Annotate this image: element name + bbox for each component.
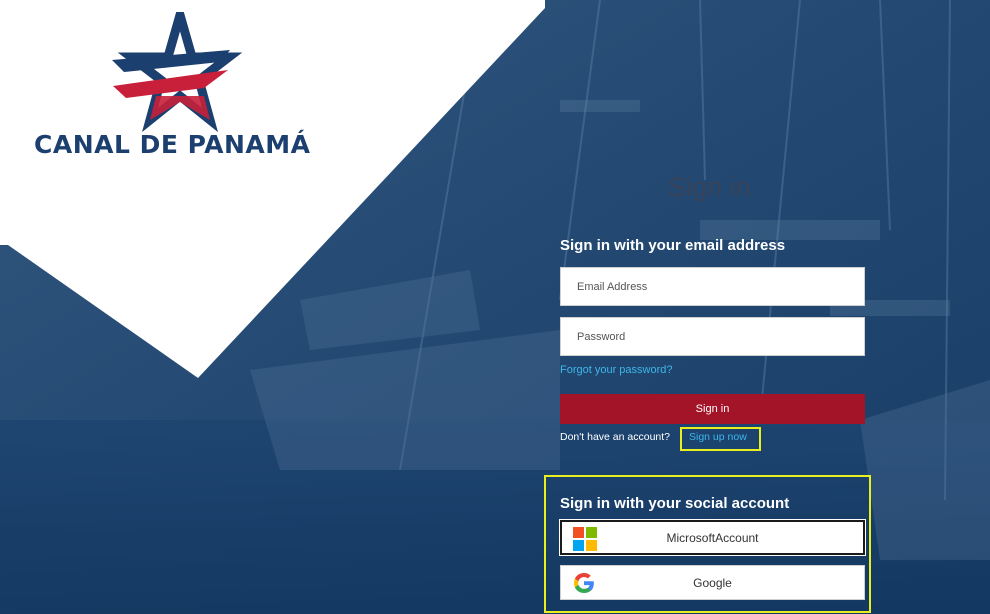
email-field[interactable] <box>560 267 865 306</box>
page-title: Sign in <box>668 172 751 202</box>
forgot-password-link[interactable]: Forgot your password? <box>560 364 673 376</box>
microsoft-account-button[interactable]: MicrosoftAccount <box>560 520 865 555</box>
google-button-label: Google <box>693 575 732 590</box>
no-account-text: Don't have an account? <box>560 431 670 443</box>
microsoft-button-label: MicrosoftAccount <box>666 530 759 545</box>
google-button[interactable]: Google <box>560 565 865 600</box>
sign-up-link[interactable]: Sign up now <box>689 431 747 443</box>
sign-in-page: CANAL DE PANAMÁ Sign in Sign in with you… <box>0 0 990 614</box>
sign-in-button[interactable]: Sign in <box>560 394 865 424</box>
password-field[interactable] <box>560 317 865 356</box>
social-signin-title: Sign in with your social account <box>560 495 790 512</box>
star-icon <box>112 12 243 133</box>
brand-name: CANAL DE PANAMÁ <box>34 130 311 159</box>
email-signin-title: Sign in with your email address <box>560 237 786 254</box>
